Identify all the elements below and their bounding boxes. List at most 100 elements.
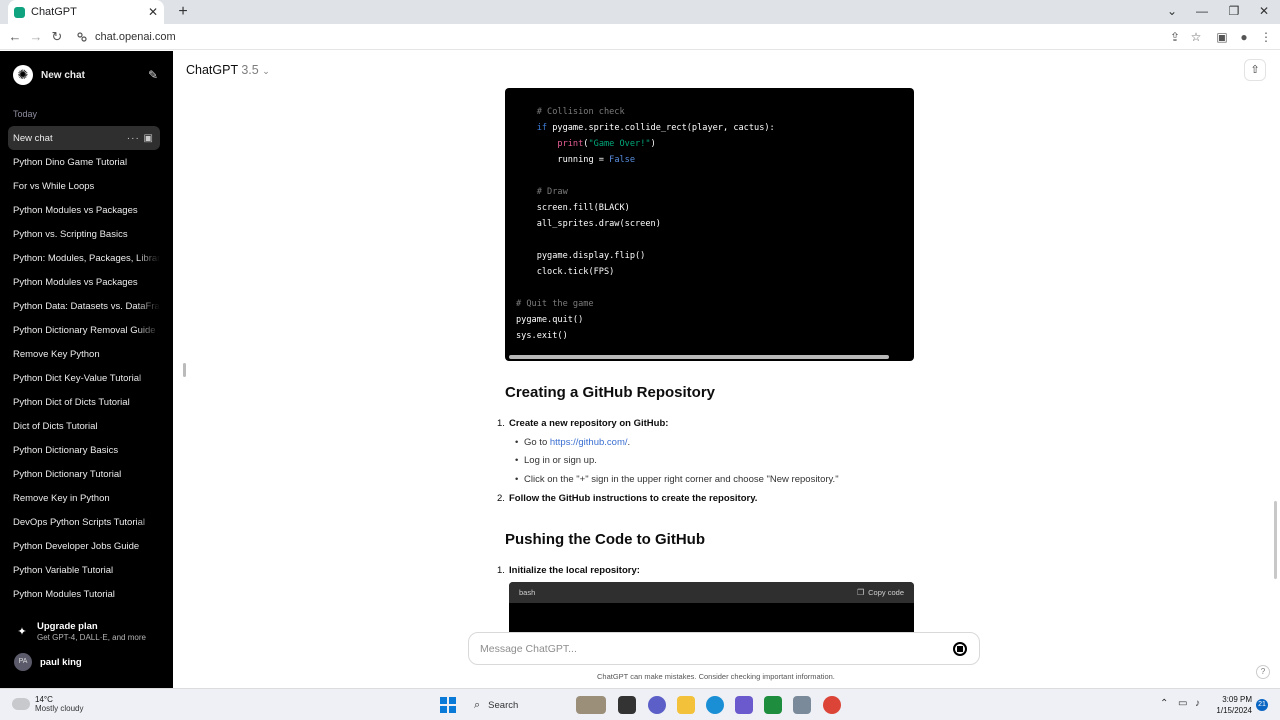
- weather-widget[interactable]: 14°C Mostly cloudy: [10, 694, 83, 713]
- fade-overlay: [136, 246, 160, 270]
- github-link[interactable]: https://github.com/: [550, 437, 628, 448]
- sidebar-item[interactable]: Python Dictionary Removal Guide: [8, 318, 160, 342]
- fade-overlay: [136, 150, 160, 174]
- step-follow-instructions: Follow the GitHub instructions to create…: [509, 493, 758, 504]
- code-line: all_sprites.draw(screen): [516, 219, 661, 229]
- windows-taskbar: 14°C Mostly cloudy ⌕ Search ⌃ ▭ ♪ 3:09 P…: [0, 688, 1280, 720]
- notification-badge[interactable]: 21: [1256, 699, 1268, 711]
- sidebar-item[interactable]: Python Variable Tutorial: [8, 558, 160, 582]
- step-init-repo: Initialize the local repository:: [509, 565, 640, 576]
- search-highlight-icon[interactable]: [576, 696, 606, 714]
- clock-date: 1/15/2024: [1216, 706, 1252, 715]
- site-info-icon[interactable]: [76, 31, 88, 43]
- bullet-text: Click on the "+" sign in the upper right…: [524, 474, 839, 485]
- windows-start-icon[interactable]: [440, 697, 456, 713]
- sidebar-item[interactable]: Dict of Dicts Tutorial: [8, 414, 160, 438]
- clipboard-icon: ❐: [856, 588, 865, 597]
- browser-tab[interactable]: ChatGPT ✕: [8, 0, 164, 24]
- profile-icon[interactable]: ●: [1236, 29, 1252, 45]
- sidebar-item[interactable]: DevOps Python Scripts Tutorial: [8, 510, 160, 534]
- code-token: clock.tick(FPS): [536, 267, 615, 277]
- file-explorer-icon[interactable]: [677, 696, 695, 714]
- fade-overlay: [136, 174, 160, 198]
- compose-icon[interactable]: ✎: [148, 68, 158, 82]
- fade-overlay: [136, 222, 160, 246]
- tray-chevron-up-icon[interactable]: ⌃: [1160, 698, 1168, 709]
- sidebar-item[interactable]: Python vs. Scripting Basics: [8, 222, 160, 246]
- upgrade-plan-button[interactable]: ✦ Upgrade plan Get GPT-4, DALL·E, and mo…: [14, 621, 146, 642]
- sidebar-item[interactable]: Python Dict of Dicts Tutorial: [8, 390, 160, 414]
- sidebar-item[interactable]: Python Dino Game Tutorial: [8, 150, 160, 174]
- code-language-label: bash: [519, 588, 536, 597]
- tab-search-chevron-icon[interactable]: ⌄: [1156, 0, 1188, 24]
- stop-generating-button[interactable]: [953, 642, 967, 656]
- minimize-button[interactable]: —: [1186, 0, 1218, 24]
- code-line: pygame.display.flip(): [516, 251, 646, 261]
- sidebar-item[interactable]: Python Data: Datasets vs. DataFrames: [8, 294, 160, 318]
- code-line: if pygame.sprite.collide_rect(player, ca…: [516, 123, 775, 133]
- vpn-app-icon[interactable]: [735, 696, 753, 714]
- code-horizontal-scrollbar[interactable]: [509, 355, 889, 359]
- teams-chat-icon[interactable]: [648, 696, 666, 714]
- sidebar-item[interactable]: Python Dict Key-Value Tutorial: [8, 366, 160, 390]
- fade-overlay: [136, 438, 160, 462]
- user-menu[interactable]: PA paul king: [14, 653, 82, 671]
- fade-overlay: [136, 366, 160, 390]
- sidebar-item[interactable]: Python: Modules, Packages, Libraries: [8, 246, 160, 270]
- restore-button[interactable]: ❐: [1218, 0, 1250, 24]
- main-scrollbar[interactable]: [1274, 501, 1277, 579]
- sidebar-item[interactable]: Python Dictionary Tutorial: [8, 462, 160, 486]
- task-view-icon[interactable]: [618, 696, 636, 714]
- browser-menu-icon[interactable]: ⋮: [1258, 29, 1274, 45]
- sidebar-item-label: New chat: [13, 132, 53, 144]
- fade-overlay: [136, 558, 160, 582]
- sidebar-item[interactable]: Python Developer Jobs Guide: [8, 534, 160, 558]
- sidebar-item[interactable]: For vs While Loops: [8, 174, 160, 198]
- model-selector[interactable]: ChatGPT 3.5 ⌄: [186, 63, 270, 77]
- volume-icon[interactable]: ♪: [1195, 698, 1200, 709]
- code-token: screen.fill(BLACK): [536, 203, 630, 213]
- copy-code-label: Copy code: [868, 588, 904, 597]
- sidebar-item[interactable]: New chat ··· ▣: [8, 126, 160, 150]
- network-app-icon[interactable]: [793, 696, 811, 714]
- bullet-text: Go to: [524, 437, 550, 448]
- help-button[interactable]: ?: [1256, 665, 1270, 679]
- back-arrow-icon[interactable]: ←: [6, 28, 24, 46]
- url-text: chat.openai.com: [95, 31, 176, 43]
- chrome-icon[interactable]: [823, 696, 841, 714]
- share-page-icon[interactable]: ⇪: [1167, 29, 1183, 45]
- close-window-button[interactable]: ✕: [1248, 0, 1280, 24]
- forward-arrow-icon[interactable]: →: [27, 28, 45, 46]
- more-options-icon[interactable]: ··· ▣: [127, 133, 154, 144]
- fade-overlay: [136, 486, 160, 510]
- side-panel-icon[interactable]: ▣: [1214, 29, 1230, 45]
- sidebar-item[interactable]: Remove Key in Python: [8, 486, 160, 510]
- bookmark-star-icon[interactable]: ☆: [1188, 29, 1204, 45]
- share-button[interactable]: ⇧: [1244, 59, 1266, 81]
- code-token: if: [536, 123, 548, 133]
- edge-browser-icon[interactable]: [706, 696, 724, 714]
- reload-icon[interactable]: ↻: [48, 28, 66, 46]
- excel-icon[interactable]: [764, 696, 782, 714]
- chevron-down-icon: ⌄: [262, 66, 270, 76]
- browser-toolbar: ← → ↻ chat.openai.com ⇪ ☆ ▣ ● ⋮: [0, 24, 1280, 50]
- sidebar-item[interactable]: Remove Key Python: [8, 342, 160, 366]
- sidebar-item[interactable]: Python Modules vs Packages: [8, 198, 160, 222]
- copy-code-button[interactable]: ❐ Copy code: [857, 588, 904, 597]
- sidebar-toggle-handle[interactable]: [183, 363, 186, 377]
- code-line: print("Game Over!"): [516, 139, 655, 149]
- sidebar-item[interactable]: Python Modules vs Packages: [8, 270, 160, 294]
- network-icon[interactable]: ▭: [1178, 698, 1187, 709]
- system-clock[interactable]: 3:09 PM 1/15/2024: [1214, 694, 1252, 716]
- sidebar-item[interactable]: Python Dictionary Basics: [8, 438, 160, 462]
- list-item: • Go to https://github.com/.: [515, 437, 631, 448]
- tab-close-icon[interactable]: ✕: [148, 5, 158, 19]
- sidebar-item[interactable]: Python Modules Tutorial: [8, 582, 160, 606]
- new-chat-button[interactable]: ✺ New chat ✎: [8, 63, 158, 87]
- heading-github-repo: Creating a GitHub Repository: [505, 384, 716, 401]
- code-line: sys.exit(): [516, 331, 568, 341]
- clock-time: 3:09 PM: [1222, 695, 1252, 704]
- address-bar[interactable]: chat.openai.com: [76, 27, 1156, 47]
- new-tab-button[interactable]: +: [173, 2, 193, 22]
- message-composer[interactable]: Message ChatGPT...: [468, 632, 980, 665]
